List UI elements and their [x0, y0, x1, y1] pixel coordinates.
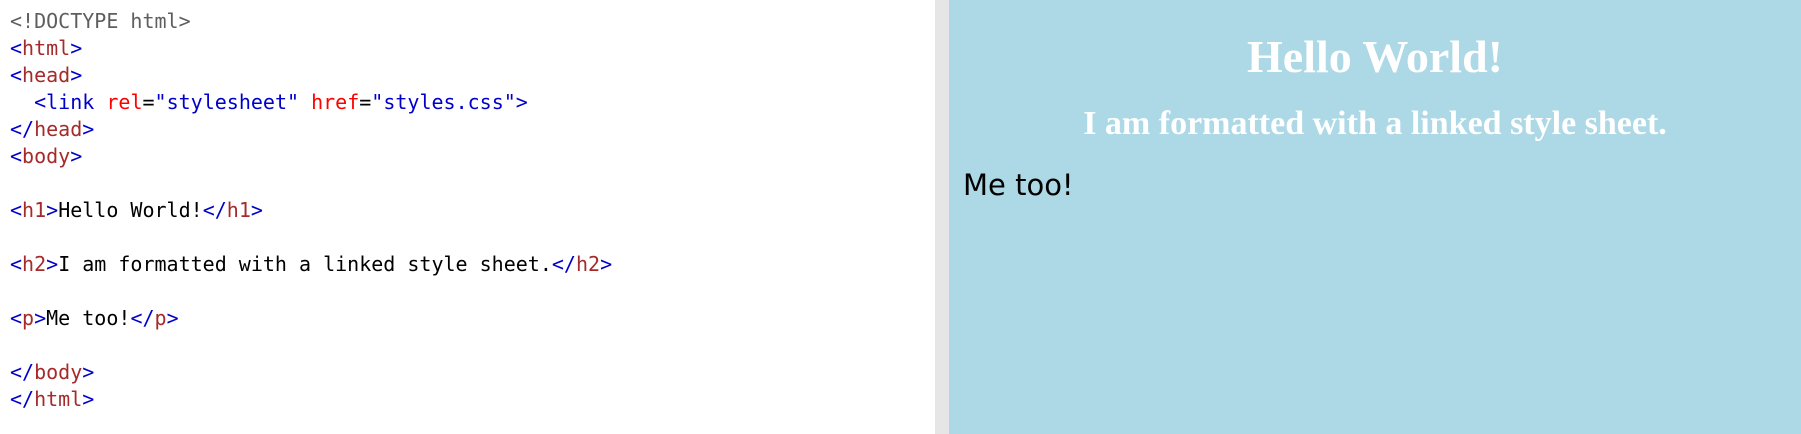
code-token-bracket: > — [250, 198, 263, 222]
tryit-editor: <!DOCTYPE html> <html> <head> <link rel="s… — [0, 0, 1801, 434]
code-token-tag: p — [154, 306, 167, 330]
code-token-bracket: </ — [10, 117, 35, 141]
code-token-text: = — [142, 90, 155, 114]
code-token-tag: html — [34, 387, 83, 411]
code-token-tag: head — [34, 117, 83, 141]
code-token-bracket: > — [70, 36, 83, 60]
code-token-text: Me too! — [46, 306, 131, 330]
code-token-tag: h1 — [226, 198, 251, 222]
code-token-bracket: < — [10, 252, 23, 276]
code-token-text: I am formatted with a linked style sheet… — [58, 252, 552, 276]
code-token-bracket: < — [34, 90, 47, 114]
code-token-bracket: > — [166, 306, 179, 330]
code-token-text: Hello World! — [58, 198, 203, 222]
code-token-bracket: </ — [202, 198, 227, 222]
code-token-bracket: > — [82, 117, 95, 141]
code-token-bracket: link — [46, 90, 95, 114]
code-token-bracket: </ — [130, 306, 155, 330]
code-token-tag: h2 — [575, 252, 601, 276]
code-token-tag: body — [22, 144, 71, 168]
code-line: <link rel="stylesheet" href="styles.css"… — [10, 89, 935, 116]
code-line: <h2>I am formatted with a linked style s… — [10, 251, 935, 278]
code-token-bracket: < — [10, 144, 23, 168]
code-line: <!DOCTYPE html> — [10, 8, 935, 35]
code-token-bracket: > — [600, 252, 613, 276]
code-token-bracket: </ — [10, 387, 35, 411]
code-editor[interactable]: <!DOCTYPE html> <html> <head> <link rel="s… — [0, 0, 935, 434]
code-token-val: "styles.css" — [371, 90, 516, 114]
pane-divider[interactable] — [935, 0, 949, 434]
code-token-tag: h2 — [22, 252, 47, 276]
code-line: </body> — [10, 359, 935, 386]
result-heading-1: Hello World! — [1247, 31, 1503, 82]
code-token-attr: rel — [106, 90, 143, 114]
code-token-tag: html — [22, 36, 71, 60]
code-token-bracket: > — [82, 387, 95, 411]
code-token-doctype: <!DOCTYPE html> — [10, 9, 191, 33]
result-preview: Hello World! I am formatted with a linke… — [949, 0, 1801, 434]
code-token-val: "stylesheet" — [154, 90, 300, 114]
code-line: <p>Me too!</p> — [10, 305, 935, 332]
code-token-bracket: < — [10, 36, 23, 60]
code-token-bracket: > — [70, 63, 83, 87]
code-token-tag: head — [22, 63, 71, 87]
code-token-bracket: </ — [551, 252, 576, 276]
code-token-tag: body — [34, 360, 83, 384]
code-token-bracket: < — [10, 198, 23, 222]
code-token-attr: href — [311, 90, 360, 114]
code-token-bracket: > — [515, 90, 528, 114]
code-token-tag: p — [22, 306, 35, 330]
code-token-bracket: > — [46, 198, 59, 222]
code-token-bracket: </ — [10, 360, 35, 384]
code-line: <html> — [10, 35, 935, 62]
code-token-bracket: > — [46, 252, 59, 276]
code-line: <body> — [10, 143, 935, 170]
code-token-bracket: > — [70, 144, 83, 168]
code-line: </head> — [10, 116, 935, 143]
result-heading-2: I am formatted with a linked style sheet… — [1083, 105, 1667, 142]
code-line: <h1>Hello World!</h1> — [10, 197, 935, 224]
code-line: <head> — [10, 62, 935, 89]
code-token-bracket: < — [10, 306, 23, 330]
code-token-bracket: > — [82, 360, 95, 384]
code-token-bracket: < — [10, 63, 23, 87]
code-token-text: = — [359, 90, 372, 114]
code-token-bracket: > — [34, 306, 47, 330]
code-token-tag: h1 — [22, 198, 47, 222]
code-line: </html> — [10, 386, 935, 413]
result-paragraph: Me too! — [963, 168, 1074, 202]
